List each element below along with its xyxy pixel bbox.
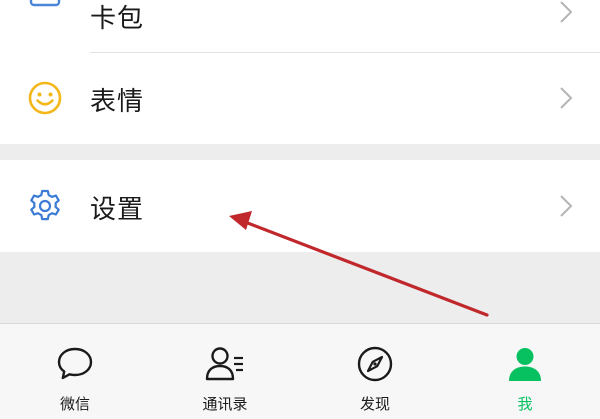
tab-contacts[interactable]: 通讯录 bbox=[150, 324, 300, 419]
person-icon bbox=[503, 342, 547, 386]
divider bbox=[90, 52, 600, 53]
menu-item-settings[interactable]: 设置 bbox=[0, 160, 600, 252]
tab-discover[interactable]: 发现 bbox=[300, 324, 450, 419]
menu-item-label: 卡包 bbox=[90, 4, 145, 34]
chevron-right-icon bbox=[558, 85, 574, 111]
tab-label: 微信 bbox=[59, 395, 90, 413]
compass-icon bbox=[353, 342, 397, 386]
chevron-right-icon bbox=[558, 0, 574, 25]
gear-icon bbox=[26, 187, 64, 225]
chat-bubble-icon bbox=[53, 342, 97, 386]
card-wallet-icon bbox=[26, 0, 64, 16]
menu-item-label: 表情 bbox=[90, 87, 145, 117]
bottom-tab-bar: 微信 通讯录 发现 我 bbox=[0, 323, 600, 419]
menu-item-cards[interactable]: 卡包 bbox=[0, 0, 600, 52]
menu-item-stickers[interactable]: 表情 bbox=[0, 52, 600, 144]
smiley-icon bbox=[26, 79, 64, 117]
contacts-icon bbox=[203, 342, 247, 386]
menu-item-label: 设置 bbox=[90, 195, 145, 225]
tab-label: 我 bbox=[517, 395, 533, 413]
chevron-right-icon bbox=[558, 193, 574, 219]
tab-label: 发现 bbox=[359, 395, 390, 413]
tab-chats[interactable]: 微信 bbox=[0, 324, 150, 419]
tab-label: 通讯录 bbox=[202, 395, 248, 413]
me-page: 卡包 表情 设置 微信 通讯录 发现 我 bbox=[0, 0, 600, 419]
tab-me[interactable]: 我 bbox=[450, 324, 600, 419]
